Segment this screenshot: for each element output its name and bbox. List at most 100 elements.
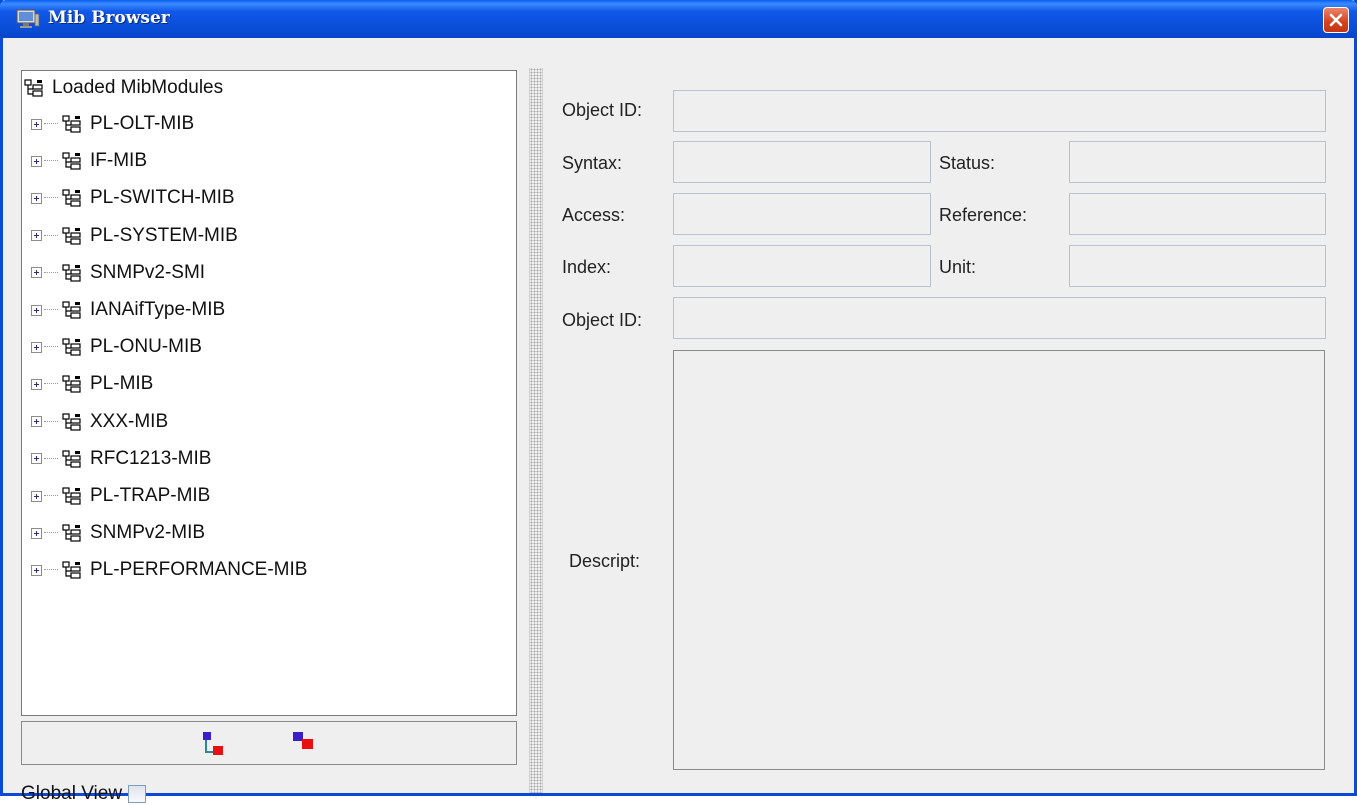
tree-item[interactable]: PL-TRAP-MIB xyxy=(31,478,210,514)
expand-icon[interactable] xyxy=(31,453,42,465)
tree-connector xyxy=(44,309,58,311)
expand-icon[interactable] xyxy=(31,490,42,502)
tree-connector xyxy=(44,532,58,534)
object-id-label: Object ID: xyxy=(562,100,643,120)
mib-tree-icon xyxy=(62,561,81,579)
tree-connector xyxy=(44,271,58,274)
tree-item[interactable]: PL-MIB xyxy=(31,366,153,402)
title-bar[interactable]: Mib Browser xyxy=(0,0,1357,38)
mib-tree-icon xyxy=(62,301,81,319)
window-title: Mib Browser xyxy=(48,8,170,28)
tree-connector xyxy=(44,495,58,497)
mib-tree-icon xyxy=(62,412,81,431)
global-view-label: Global View xyxy=(21,783,123,804)
description-area[interactable] xyxy=(673,350,1325,770)
tree-item[interactable]: IF-MIB xyxy=(31,143,147,179)
tree-connector xyxy=(44,383,58,385)
mib-tree-icon xyxy=(62,226,81,245)
tree-item-label: IF-MIB xyxy=(90,150,147,172)
status-label: Status: xyxy=(939,153,996,173)
mib-tree-icon xyxy=(24,79,43,97)
monitor-icon xyxy=(16,9,40,28)
expand-icon[interactable] xyxy=(31,267,42,279)
tree-item-label: PL-MIB xyxy=(90,373,154,395)
unit-label: Unit: xyxy=(939,257,977,277)
expand-icon[interactable] xyxy=(31,304,42,316)
close-button[interactable] xyxy=(1323,7,1349,33)
tree-item[interactable]: IANAifType-MIB xyxy=(31,292,225,328)
tree-connector xyxy=(44,234,58,237)
global-view-option: Global View xyxy=(21,783,147,805)
tree-item[interactable]: SNMPv2-SMI xyxy=(31,255,205,291)
tree-item[interactable]: PL-ONU-MIB xyxy=(31,329,202,365)
expand-icon[interactable] xyxy=(31,378,42,390)
tree-item-label: IANAifType-MIB xyxy=(90,299,226,320)
tree-item[interactable]: SNMPv2-MIB xyxy=(31,515,205,551)
mib-tree-icon xyxy=(62,487,81,505)
tree-item-label: PL-PERFORMANCE-MIB xyxy=(90,559,308,581)
expand-icon[interactable] xyxy=(31,118,42,130)
expand-icon[interactable] xyxy=(31,230,42,242)
index-field[interactable] xyxy=(673,245,931,287)
tree-connector xyxy=(44,160,58,162)
tree-item-label: SNMPv2-SMI xyxy=(90,261,206,283)
tree-item-label: PL-OLT-MIB xyxy=(90,113,195,134)
unit-field[interactable] xyxy=(1069,245,1326,287)
tree-item[interactable]: PL-SWITCH-MIB xyxy=(31,180,235,216)
mib-tree-icon xyxy=(62,450,81,468)
expand-icon[interactable] xyxy=(31,192,42,204)
tree-item-label: SNMPv2-MIB xyxy=(90,522,206,544)
tree-connector xyxy=(44,346,58,348)
tree-item[interactable]: RFC1213-MIB xyxy=(31,441,211,477)
mib-tree-icon xyxy=(62,338,81,356)
object-id2-field[interactable] xyxy=(673,297,1326,339)
tree-root[interactable]: Loaded MibModules xyxy=(24,70,223,106)
tree-connector xyxy=(44,123,58,125)
mib-browser-window: Mib Browser Loaded MibModules PL-OLT-MIB xyxy=(0,0,1357,804)
tree-item-label: PL-TRAP-MIB xyxy=(90,485,211,506)
tree-item[interactable]: PL-SYSTEM-MIB xyxy=(31,218,238,254)
mib-tree-icon xyxy=(62,264,81,282)
mib-tree-icon xyxy=(62,115,81,133)
syntax-label: Syntax: xyxy=(562,153,623,173)
access-field[interactable] xyxy=(673,193,931,235)
tree-item-label: PL-SYSTEM-MIB xyxy=(90,224,238,246)
expand-tree-icon[interactable] xyxy=(200,730,228,758)
mib-tree-icon xyxy=(62,375,81,393)
tree-item[interactable]: PL-PERFORMANCE-MIB xyxy=(31,552,307,588)
tree-connector xyxy=(44,457,58,460)
status-field[interactable] xyxy=(1069,141,1326,183)
global-view-checkbox[interactable] xyxy=(128,785,147,803)
expand-icon[interactable] xyxy=(31,155,42,167)
expand-icon[interactable] xyxy=(31,564,42,576)
collapse-tree-icon[interactable] xyxy=(290,730,318,758)
expand-icon[interactable] xyxy=(31,416,42,428)
close-icon xyxy=(1329,13,1343,27)
tree-connector xyxy=(44,420,58,423)
tree-item-label: PL-ONU-MIB xyxy=(90,336,202,358)
tree-item[interactable]: XXX-MIB xyxy=(31,404,168,440)
window-content: Loaded MibModules PL-OLT-MIB IF-MIB PL-SWI… xyxy=(3,38,1354,804)
tree-root-label: Loaded MibModules xyxy=(52,77,224,98)
tree-item-label: PL-SWITCH-MIB xyxy=(90,187,235,209)
object-id2-label: Object ID: xyxy=(562,310,643,330)
mib-module-tree[interactable]: Loaded MibModules PL-OLT-MIB IF-MIB PL-SWI… xyxy=(21,70,517,716)
mib-tree-icon xyxy=(62,152,81,170)
tree-item[interactable]: PL-OLT-MIB xyxy=(31,106,194,142)
split-pane-divider[interactable] xyxy=(529,68,543,793)
mib-tree-icon xyxy=(62,189,81,207)
tree-connector xyxy=(44,569,58,571)
object-id-field[interactable] xyxy=(673,90,1326,132)
syntax-field[interactable] xyxy=(673,141,931,183)
tree-toolbar xyxy=(21,721,517,765)
tree-connector xyxy=(44,197,58,199)
tree-item-label: XXX-MIB xyxy=(90,410,169,432)
reference-field[interactable] xyxy=(1069,193,1326,235)
mib-tree-icon xyxy=(62,524,81,542)
index-label: Index: xyxy=(562,257,612,277)
access-label: Access: xyxy=(562,205,626,225)
expand-icon[interactable] xyxy=(31,527,42,539)
tree-item-label: RFC1213-MIB xyxy=(90,447,212,469)
expand-icon[interactable] xyxy=(31,341,42,353)
descript-label: Descript: xyxy=(569,551,641,571)
